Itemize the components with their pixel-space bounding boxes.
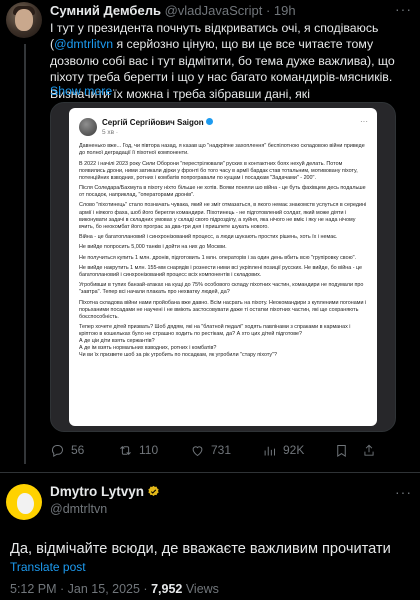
bookmark-icon: [337, 444, 346, 457]
screenshot-paragraph: Не вийде попросить 5,000 танків і дойти …: [79, 244, 227, 251]
tweet-timestamp[interactable]: 5:12 PM · Jan 15, 2025 · 7,952 Views: [10, 582, 219, 596]
views-button[interactable]: 92K: [262, 443, 334, 458]
author-name[interactable]: Dmytro Lytvyn: [50, 484, 160, 499]
more-options-icon[interactable]: ···: [395, 1, 412, 17]
parent-tweet-header: Сумний Дембель @vladJavaScript · 19h: [50, 3, 410, 21]
views-chart-icon: [264, 446, 275, 455]
screenshot-paragraph: Війна - це багатоплановий і синхронізова…: [79, 233, 338, 240]
screenshot-post: Сергій Сергійович Saigon 5 хв · ··· Давн…: [69, 108, 377, 426]
screenshot-paragraph: Не получиться купить 1 млн. дронів, підг…: [79, 254, 357, 261]
reply-icon: [51, 444, 63, 457]
screenshot-paragraph: Після Соледара/Бахмута в піхоту ніхто бі…: [79, 185, 366, 199]
parent-author-handle[interactable]: @vladJavaScript: [165, 3, 263, 18]
screenshot-author: Сергій Сергійович Saigon: [102, 117, 213, 128]
show-more-link[interactable]: Show more: [50, 84, 112, 98]
separator-dot: ·: [265, 3, 271, 18]
screenshot-paragraph: Слово "піхотинець" стало позначать чувак…: [79, 202, 367, 230]
parent-author-name[interactable]: Сумний Дембель: [50, 3, 161, 18]
repost-button[interactable]: 110: [118, 443, 190, 458]
screenshot-header: Сергій Сергійович Saigon 5 хв ·: [79, 114, 367, 140]
translate-post-link[interactable]: Translate post: [10, 560, 86, 574]
screenshot-date: 5 хв ·: [102, 128, 119, 136]
avatar-figure: [17, 493, 34, 514]
avatar[interactable]: [6, 484, 42, 520]
like-count: 731: [211, 443, 232, 457]
divider: [0, 472, 420, 473]
bookmark-button[interactable]: [334, 443, 362, 458]
reply-count: 56: [71, 443, 85, 457]
tweet-text: Да, відмічайте всюди, де вважаєте важлив…: [10, 541, 391, 557]
like-button[interactable]: 731: [190, 443, 262, 458]
share-button[interactable]: [362, 443, 382, 458]
screenshot-paragraph: Не вийде накрутить 1 млн. 155-мм снаряді…: [79, 264, 363, 278]
more-options-icon[interactable]: ···: [395, 484, 412, 500]
repost-count: 110: [139, 443, 159, 457]
verified-badge-icon: [148, 485, 159, 496]
views-count: 7,952: [151, 582, 183, 596]
repost-icon: [120, 445, 131, 455]
screenshot-paragraph: Давненько вже... Год, чи півтора назад, …: [79, 143, 365, 157]
screenshot-paragraph: Тепер хочете дітей призвать? Шоб дядям, …: [79, 324, 351, 359]
screenshot-avatar: [79, 118, 97, 136]
screenshot-more-icon: ···: [360, 117, 368, 126]
action-bar: 56 110 731 92K: [50, 440, 412, 460]
thread-line: [24, 44, 26, 464]
screenshot-paragraph: В 2022 і начілі 2023 року Сили Оборони "…: [79, 160, 358, 181]
avatar-face: [15, 9, 33, 31]
timestamp-text: 5:12 PM · Jan 15, 2025 ·: [10, 582, 152, 596]
views-label: Views: [182, 582, 219, 596]
attached-image[interactable]: Сергій Сергійович Saigon 5 хв · ··· Давн…: [50, 102, 396, 432]
screenshot-paragraph: Угробивши в тупих банзай-атаках на кущі …: [79, 282, 364, 296]
heart-icon: [192, 445, 203, 456]
screenshot-paragraph: Піхотна складова війни нами пройобана вж…: [79, 299, 367, 320]
verified-icon: [205, 117, 213, 125]
avatar[interactable]: [6, 2, 42, 38]
parent-time[interactable]: 19h: [274, 3, 296, 18]
author-handle[interactable]: @dmtrltvn: [50, 502, 107, 516]
share-icon: [364, 444, 374, 456]
parent-tweet[interactable]: Сумний Дембель @vladJavaScript · 19h ···…: [0, 0, 420, 472]
views-count: 92K: [283, 443, 305, 457]
mention-link[interactable]: @dmtrlitvn: [54, 37, 113, 51]
reply-button[interactable]: 56: [50, 443, 118, 458]
